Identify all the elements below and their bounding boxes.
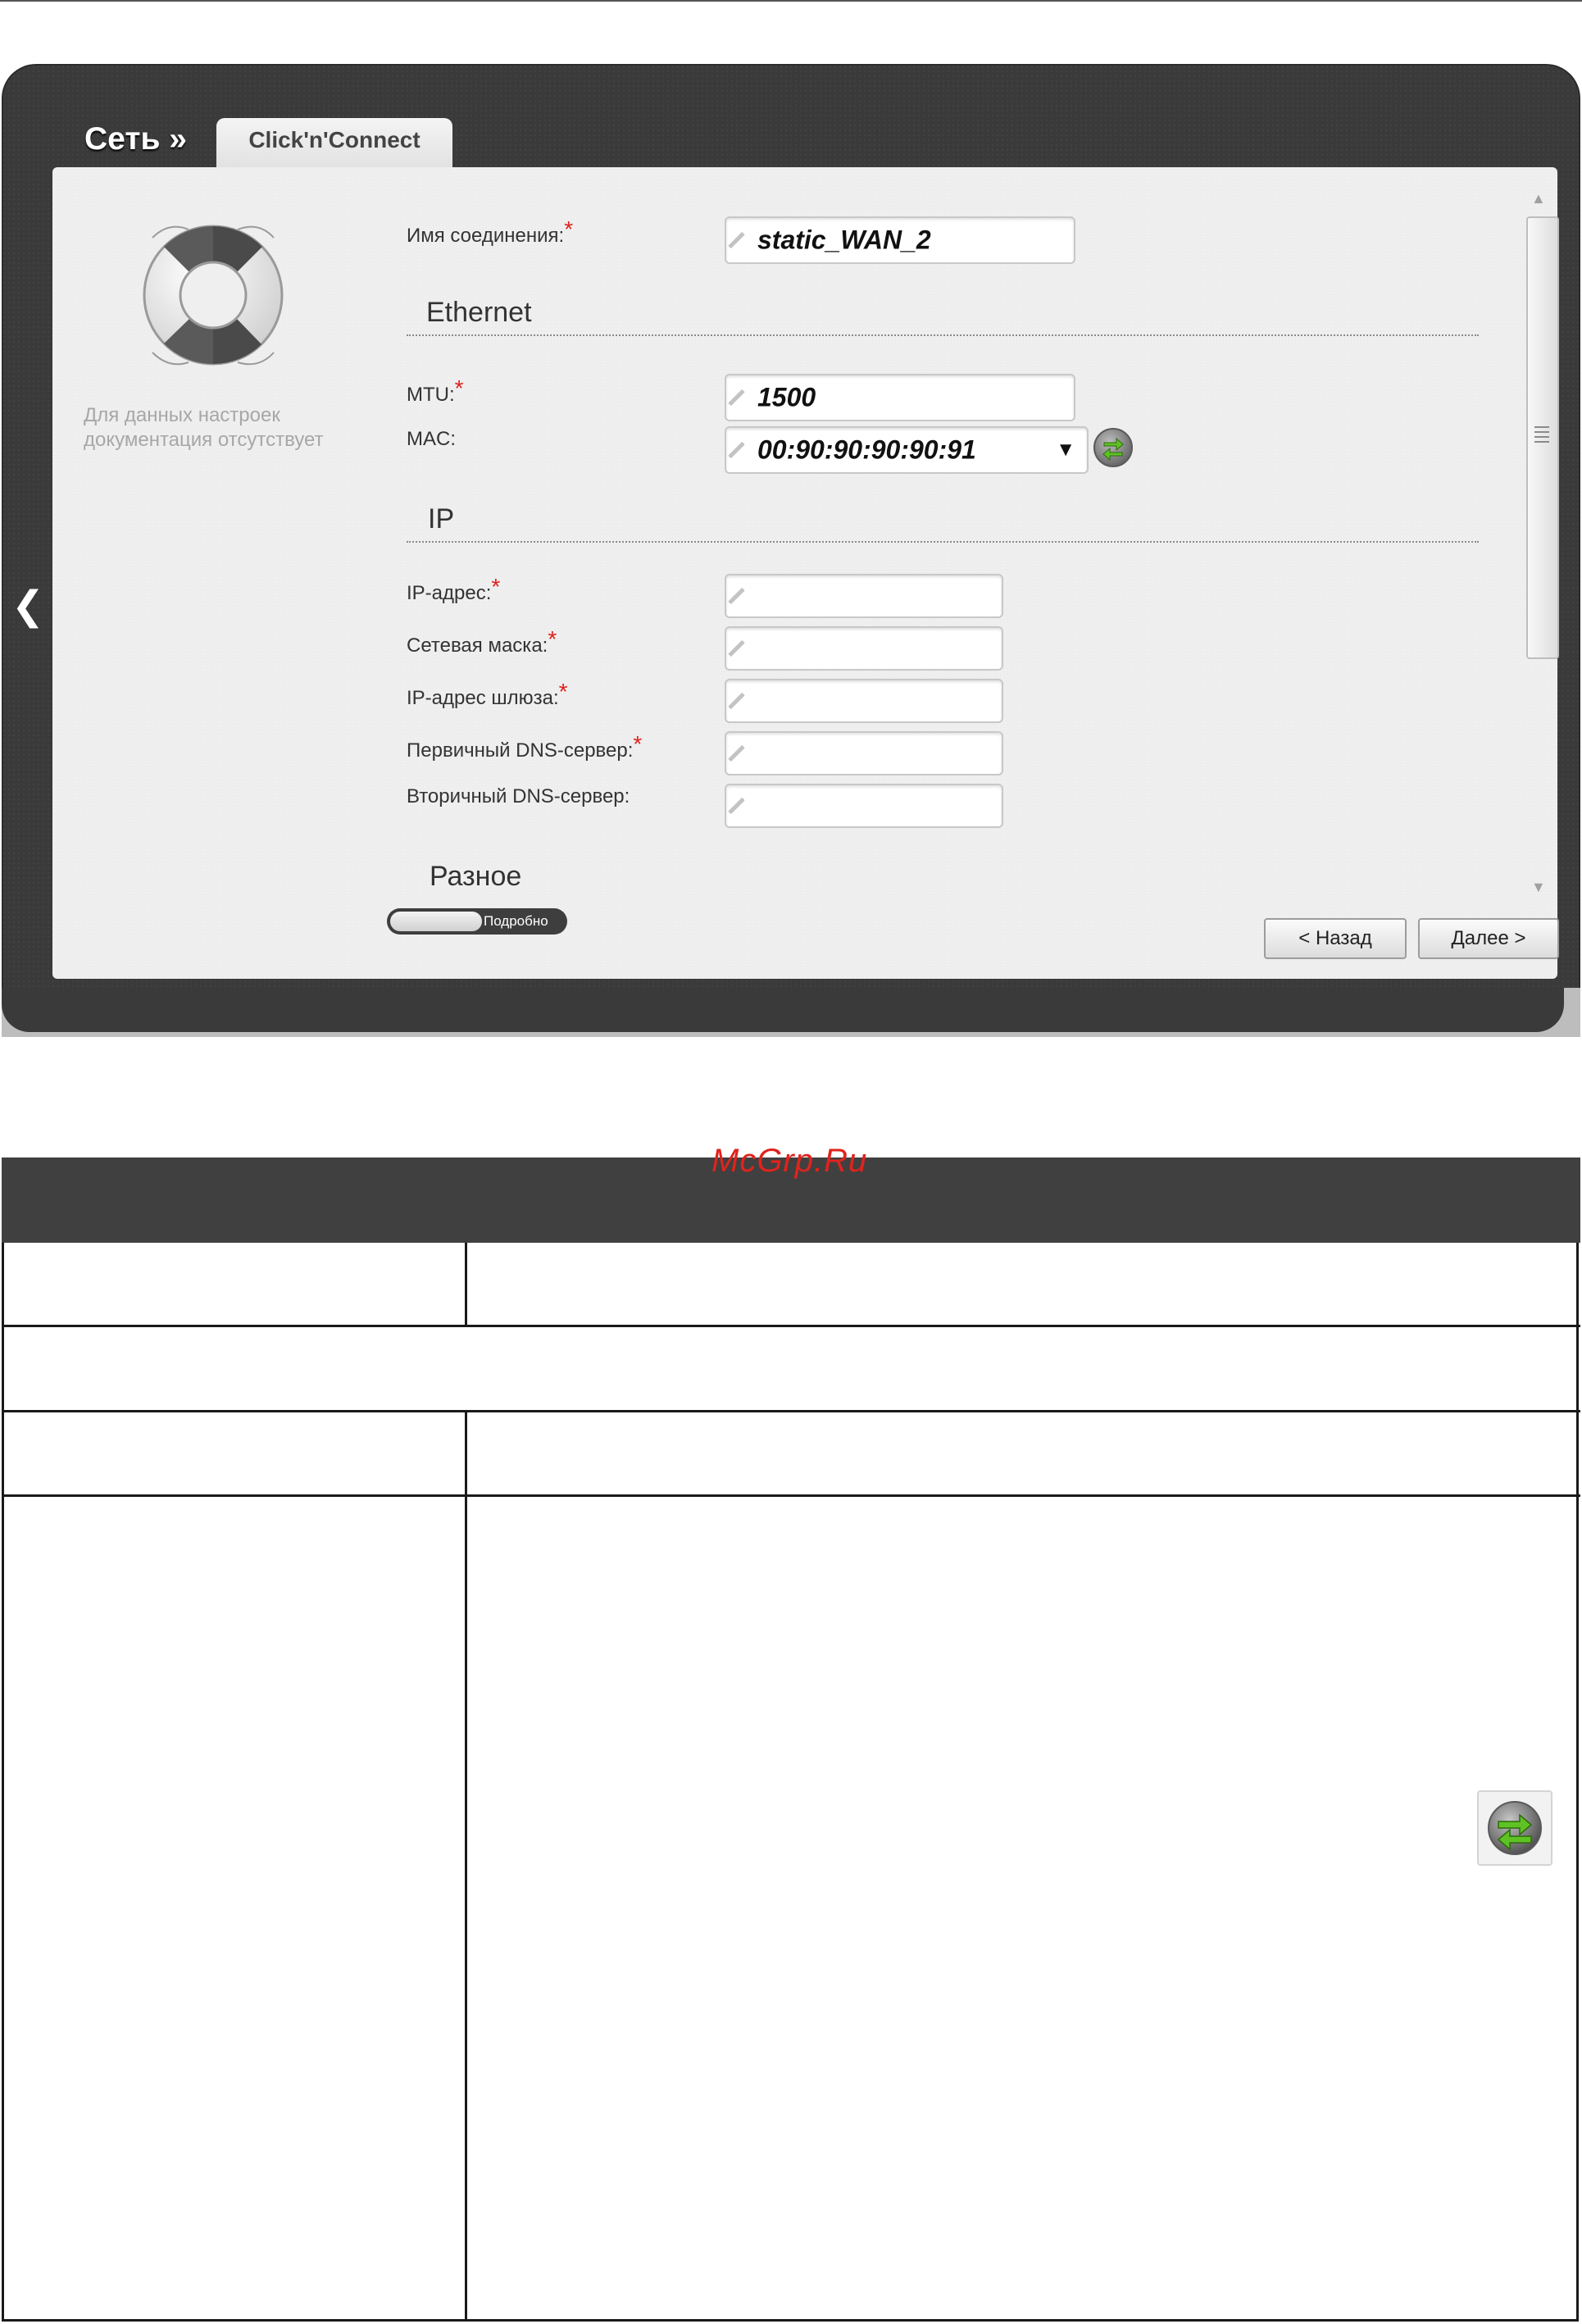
mtu-input[interactable]: 1500 [725,374,1075,421]
caret-down-icon: ▼ [1056,439,1075,461]
table-divider [2,1494,1580,1497]
scroll-down-arrow[interactable]: ▼ [1531,879,1546,896]
pencil-icon [728,231,745,249]
mac-label: MAC: [407,428,456,450]
gateway-label: IP-адрес шлюза:* [407,679,568,709]
swap-arrows-icon [1477,1790,1552,1866]
netmask-input[interactable] [725,626,1003,671]
ip-address-input[interactable] [725,574,1003,618]
router-frame-bottom [2,988,1580,1037]
section-ip: IP [428,503,455,534]
parameter-table [2,1243,1580,2322]
pencil-icon [728,587,745,605]
gateway-input[interactable] [725,679,1003,723]
section-divider [407,334,1479,336]
pencil-icon [728,639,745,657]
ip-address-label: IP-адрес:* [407,574,501,604]
dns-secondary-input[interactable] [725,784,1003,828]
pencil-icon [728,441,745,459]
next-button[interactable]: Далее > [1418,918,1559,959]
grip-icon [1534,426,1549,446]
section-misc: Разное [430,861,522,892]
section-ethernet: Ethernet [426,297,532,328]
top-rule [0,0,1582,2]
table-column-divider [465,1243,467,1325]
connection-name-input[interactable]: static_WAN_2 [725,216,1075,264]
lifebuoy-icon [143,225,284,366]
watermark: McGrp.Ru [711,1143,868,1179]
section-divider [407,541,1479,543]
connection-name-label: Имя соединения:* [407,216,574,247]
chevron-left-icon[interactable]: ❮ [11,587,44,626]
breadcrumb[interactable]: Сеть » [84,121,187,157]
pencil-icon [728,797,745,815]
swap-arrows-icon[interactable] [1093,428,1133,467]
pencil-icon [728,692,745,710]
dns-primary-label: Первичный DNS-сервер:* [407,731,643,762]
details-toggle[interactable]: Подробно [387,908,567,935]
netmask-label: Сетевая маска:* [407,626,557,657]
mtu-label: MTU:* [407,375,464,406]
table-column-divider [465,1410,467,2319]
toggle-knob [390,912,482,931]
mac-select[interactable]: 00:90:90:90:90:91 ▼ [725,426,1089,474]
help-text: Для данных настроек документация отсутст… [84,404,324,451]
tab-clicknconnect[interactable]: Click'n'Connect [216,118,452,167]
pencil-icon [728,744,745,762]
scroll-up-arrow[interactable]: ▲ [1531,190,1546,207]
table-divider [2,1410,1580,1412]
dns-primary-input[interactable] [725,731,1003,775]
pencil-icon [728,389,745,407]
table-divider [2,1325,1580,1327]
back-button[interactable]: < Назад [1264,918,1407,959]
dns-secondary-label: Вторичный DNS-сервер: [407,785,630,807]
